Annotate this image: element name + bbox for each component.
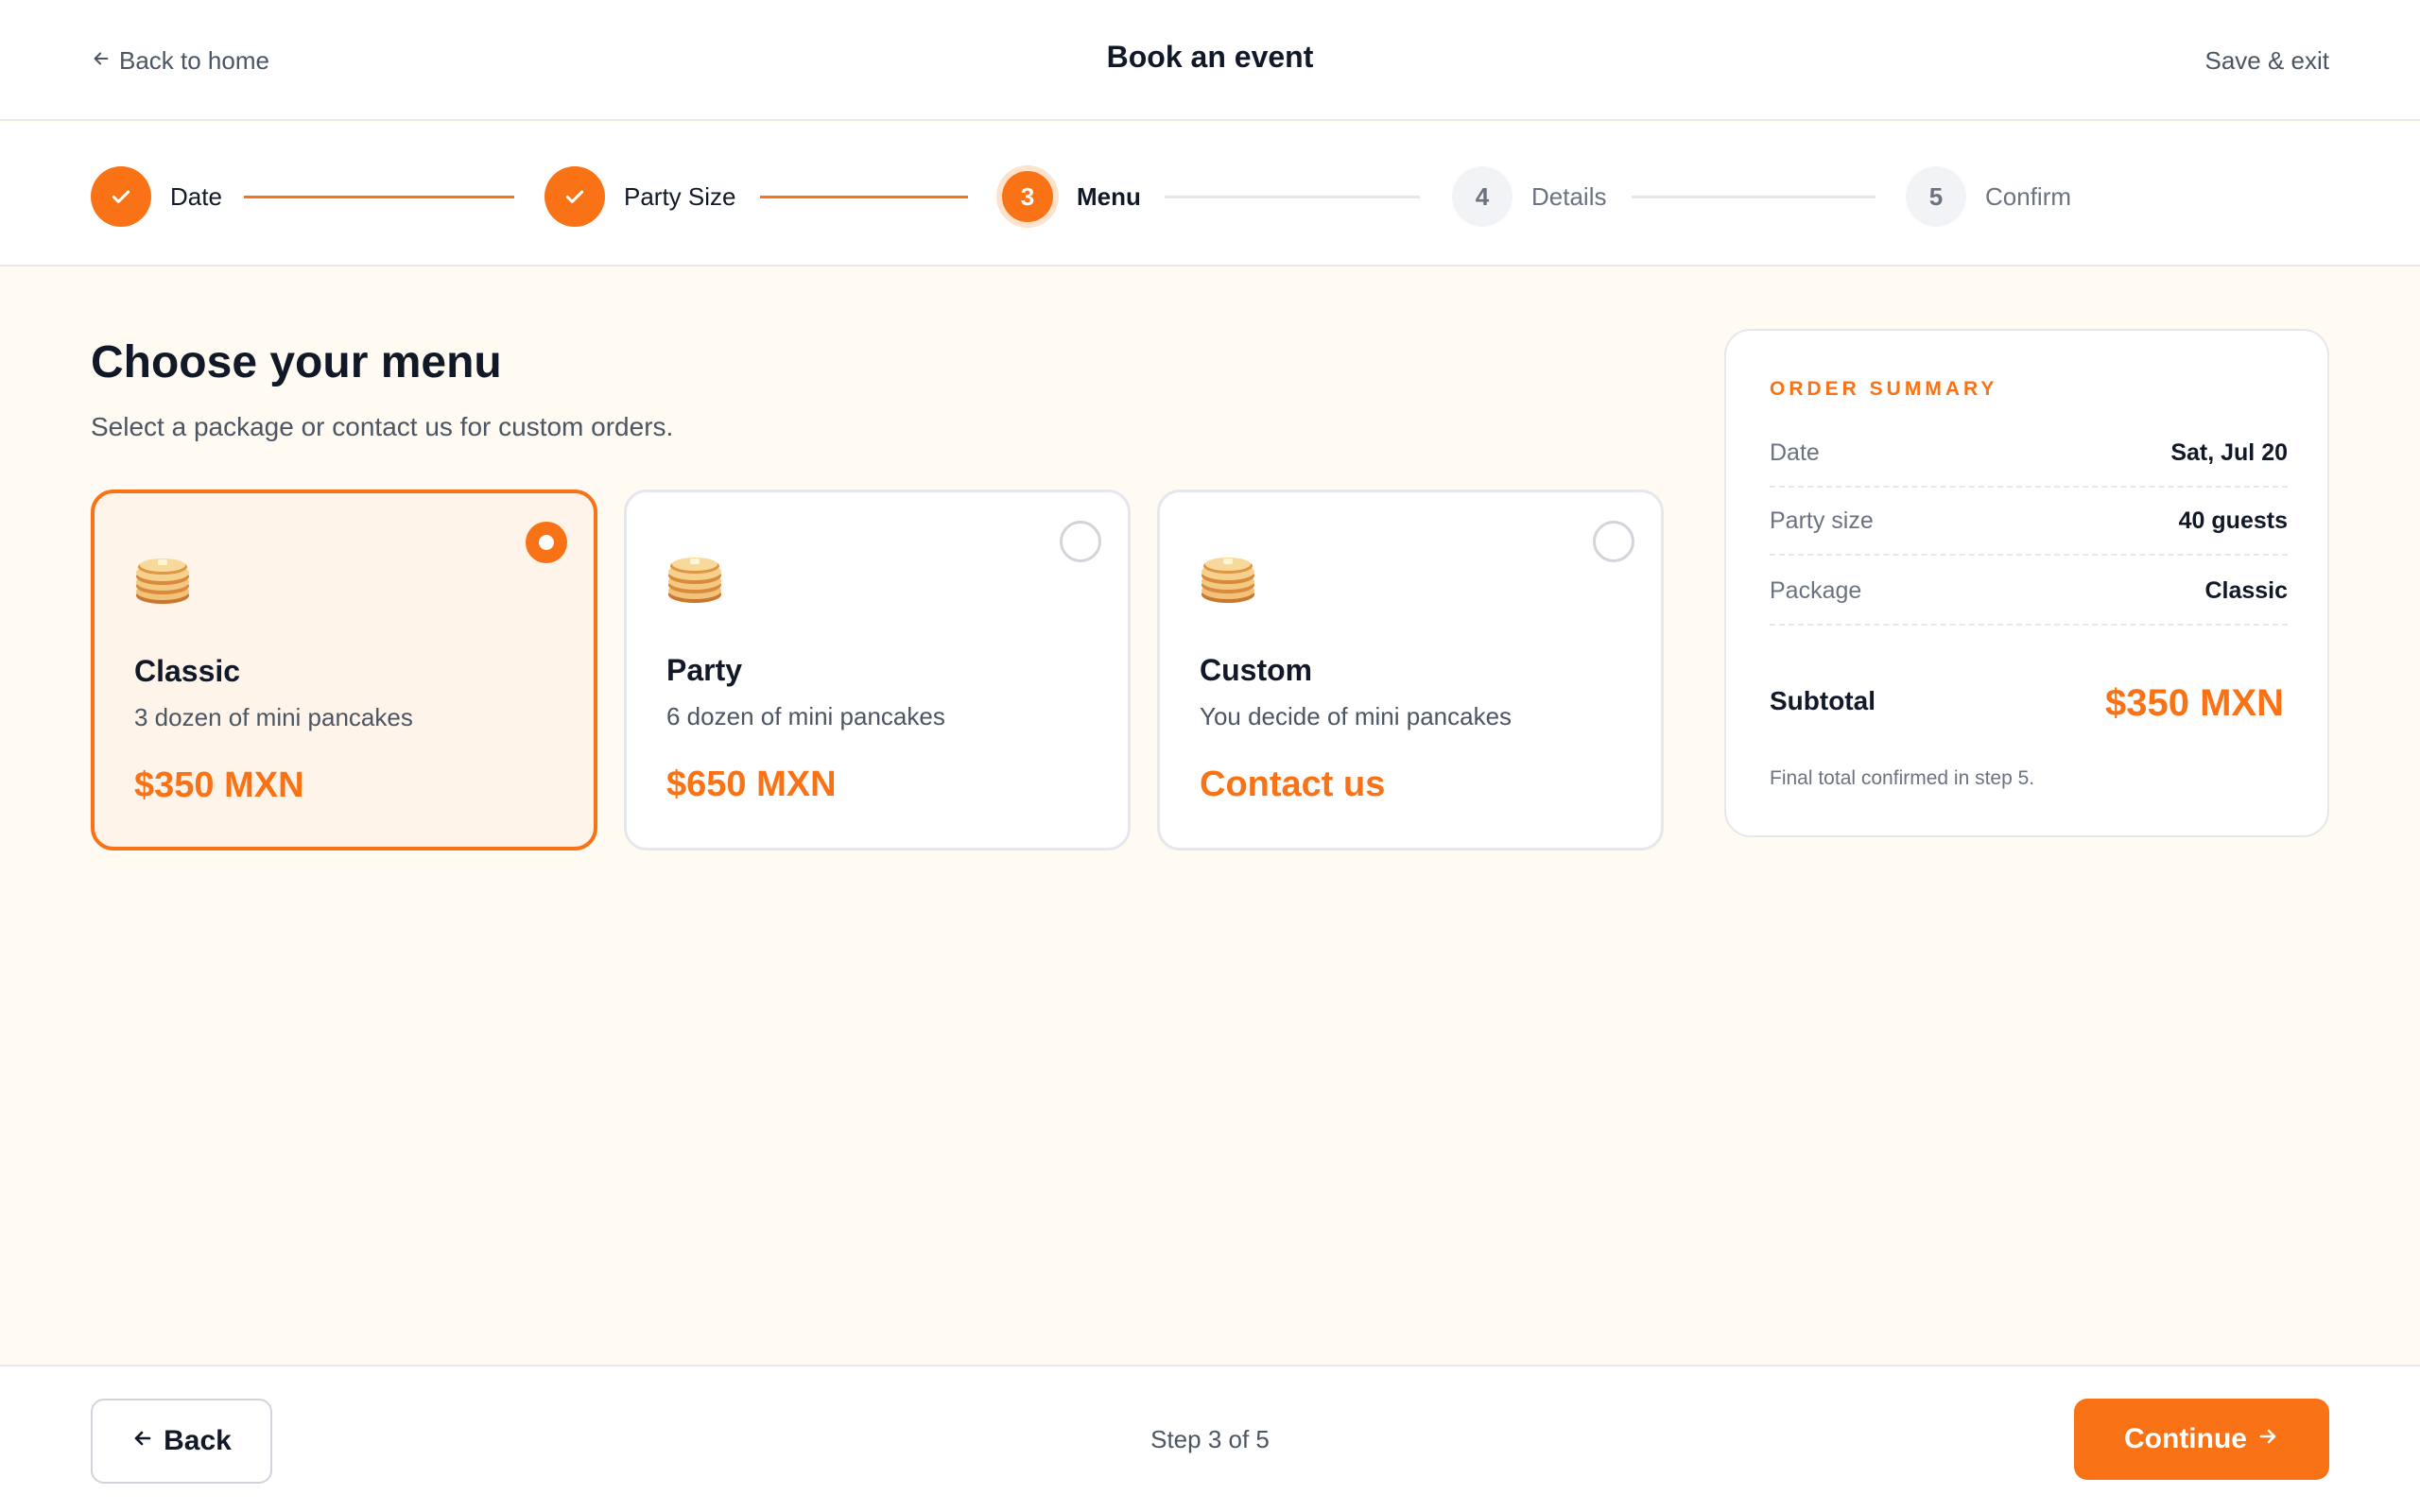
arrow-right-icon — [2256, 1423, 2279, 1455]
package-description: You decide of mini pancakes — [1200, 702, 1512, 730]
package-name: Custom — [1200, 653, 1313, 687]
step-number: 5 — [1906, 166, 1966, 227]
progress-stepper: Date Party Size 3 Menu 4 Details 5 Confi… — [0, 123, 2420, 266]
summary-row-value: Classic — [2204, 576, 2288, 604]
continue-button[interactable]: Continue — [2074, 1399, 2329, 1480]
step-label: Details — [1531, 181, 1607, 211]
continue-button-label: Continue — [2124, 1423, 2247, 1454]
step-label: Party Size — [624, 181, 736, 211]
radio-button[interactable] — [1593, 521, 1634, 562]
checkmark-icon — [91, 166, 151, 227]
radio-button-selected[interactable] — [526, 522, 567, 563]
step-menu[interactable]: 3 Menu — [997, 166, 1141, 227]
pancakes-icon — [668, 558, 721, 603]
package-price: $650 MXN — [666, 765, 837, 804]
step-date[interactable]: Date — [91, 166, 222, 227]
step-connector — [244, 196, 514, 198]
section-subtitle: Select a package or contact us for custo… — [91, 412, 674, 441]
summary-row-party-size: Party size 40 guests — [1770, 488, 2288, 556]
step-number: 3 — [1002, 171, 1053, 222]
package-description: 6 dozen of mini pancakes — [666, 702, 945, 730]
step-details[interactable]: 4 Details — [1452, 166, 1606, 227]
bottom-bar: Back Step 3 of 5 Continue — [0, 1365, 2420, 1512]
step-label: Date — [170, 181, 222, 211]
contact-us-link[interactable]: Contact us — [1200, 765, 1385, 805]
summary-note: Final total confirmed in step 5. — [1770, 767, 2035, 789]
save-and-exit-link[interactable]: Save & exit — [2204, 42, 2329, 79]
summary-row-label: Date — [1770, 438, 1820, 466]
summary-row-date: Date Sat, Jul 20 — [1770, 420, 2288, 488]
order-summary-card: ORDER SUMMARY Date Sat, Jul 20 Party siz… — [1724, 329, 2329, 837]
summary-row-package: Package Classic — [1770, 558, 2288, 626]
pancakes-icon — [1201, 558, 1254, 603]
pancakes-icon — [136, 558, 189, 604]
package-card-custom[interactable]: Custom You decide of mini pancakes Conta… — [1157, 490, 1664, 850]
radio-button[interactable] — [1060, 521, 1101, 562]
step-number: 4 — [1452, 166, 1512, 227]
order-summary-heading: ORDER SUMMARY — [1770, 378, 1998, 400]
package-card-party[interactable]: Party 6 dozen of mini pancakes $650 MXN — [624, 490, 1131, 850]
step-label: Confirm — [1985, 181, 2072, 211]
step-label: Menu — [1077, 181, 1141, 211]
package-name: Party — [666, 653, 743, 687]
checkmark-icon — [544, 166, 605, 227]
summary-row-label: Package — [1770, 576, 1862, 604]
page-title: Book an event — [1106, 40, 1314, 74]
summary-row-label: Party size — [1770, 507, 1874, 534]
top-bar: Back to home Book an event Save & exit — [0, 0, 2420, 121]
package-description: 3 dozen of mini pancakes — [134, 703, 413, 731]
summary-row-value: Sat, Jul 20 — [2170, 438, 2288, 466]
step-connector — [1165, 196, 1420, 198]
step-connector — [1632, 196, 1876, 198]
package-price: $350 MXN — [134, 765, 304, 805]
package-card-classic[interactable]: Classic 3 dozen of mini pancakes $350 MX… — [91, 490, 597, 850]
step-indicator: Step 3 of 5 — [1150, 1425, 1270, 1453]
step-confirm[interactable]: 5 Confirm — [1906, 166, 2071, 227]
summary-row-value: 40 guests — [2178, 507, 2288, 534]
step-connector — [760, 196, 968, 198]
subtotal-value: $350 MXN — [2105, 682, 2284, 724]
section-title: Choose your menu — [91, 337, 502, 387]
package-name: Classic — [134, 654, 241, 688]
subtotal-label: Subtotal — [1770, 686, 1876, 715]
step-party-size[interactable]: Party Size — [544, 166, 736, 227]
